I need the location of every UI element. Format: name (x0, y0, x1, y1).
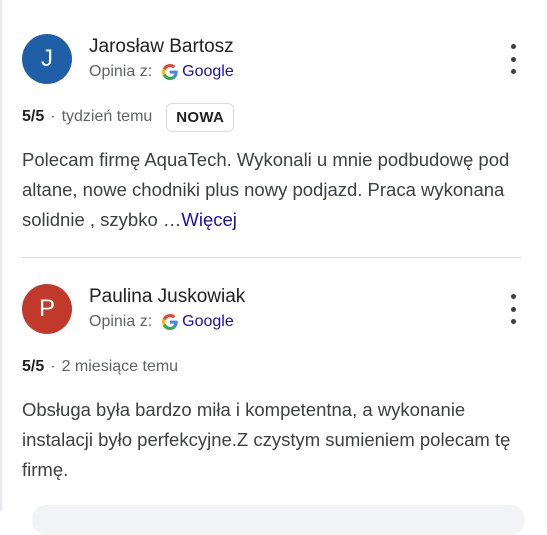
review-meta: 5/5 · 2 miesiące temu (22, 352, 521, 382)
reviewer-name[interactable]: Jarosław Bartosz (89, 36, 234, 58)
review-time: 2 miesiące temu (61, 358, 179, 375)
review-text-body: Polecam firmę AquaTech. Wykonali u mnie … (22, 149, 510, 230)
more-vert-icon[interactable] (501, 294, 525, 324)
avatar[interactable]: J (22, 34, 72, 84)
review-source: Opinia z: Google (89, 63, 234, 81)
meta-separator: · (50, 108, 56, 125)
source-name[interactable]: Google (182, 63, 234, 81)
review-time: tydzień temu (61, 108, 153, 125)
more-vert-icon[interactable] (501, 44, 525, 74)
menu-dot (510, 294, 516, 299)
review-score: 5/5 (22, 358, 45, 375)
review-card: P Paulina Juskowiak Opinia z: Google 5/5… (22, 284, 521, 485)
menu-dot (510, 319, 516, 324)
review-divider (22, 257, 521, 258)
menu-dot (510, 306, 516, 312)
review-text: Polecam firmę AquaTech. Wykonali u mnie … (22, 145, 524, 235)
reviewer-name[interactable]: Paulina Juskowiak (89, 286, 245, 308)
review-source: Opinia z: Google (89, 313, 234, 331)
meta-separator: · (50, 358, 56, 375)
google-logo-icon (162, 314, 178, 330)
menu-dot (510, 56, 516, 62)
source-name[interactable]: Google (182, 313, 234, 331)
review-header: P Paulina Juskowiak Opinia z: Google (22, 284, 521, 336)
source-prefix: Opinia z: (89, 63, 153, 80)
avatar[interactable]: P (22, 284, 72, 334)
review-text: Obsługa była bardzo miła i kompetentna, … (22, 399, 511, 480)
more-link[interactable]: Więcej (181, 209, 237, 230)
review-score: 5/5 (22, 108, 45, 125)
google-logo-icon (162, 64, 178, 80)
menu-dot (510, 69, 516, 74)
new-badge: NOWA (166, 102, 235, 132)
menu-dot (510, 44, 516, 49)
next-item-partial (32, 505, 525, 535)
review-header: J Jarosław Bartosz Opinia z: Google (22, 34, 521, 86)
review-meta: 5/5 · tydzień temu NOWA (22, 102, 521, 132)
source-prefix: Opinia z: (89, 313, 153, 330)
left-edge-border (0, 0, 2, 511)
review-card: J Jarosław Bartosz Opinia z: Google 5/5 … (22, 34, 521, 235)
